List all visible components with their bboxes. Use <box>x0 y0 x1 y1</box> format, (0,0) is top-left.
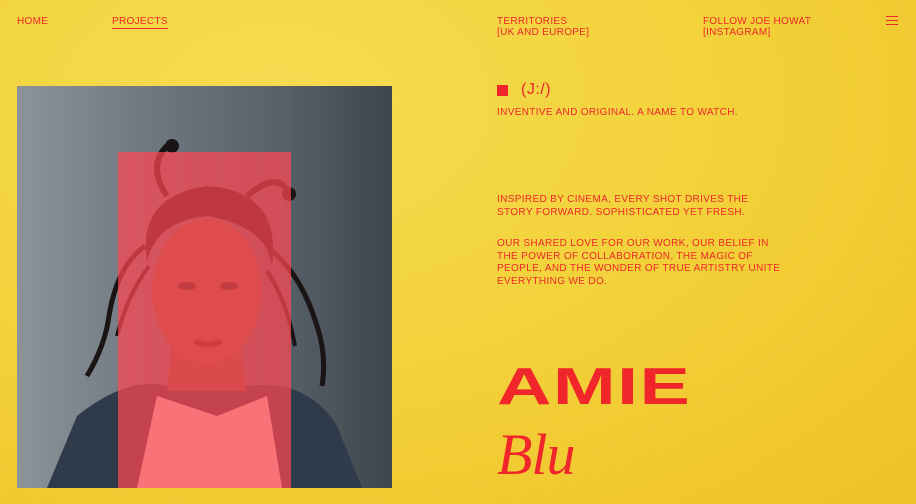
portrait-image <box>17 86 392 488</box>
territories-label: TERRITORIES <box>497 16 568 27</box>
instagram-link: [INSTAGRAM] <box>703 26 771 38</box>
values-paragraph: OUR SHARED LOVE FOR OUR WORK, OUR BELIEF… <box>497 238 781 287</box>
nav-projects-link[interactable]: PROJECTS <box>112 17 168 29</box>
red-square-icon <box>497 84 508 96</box>
intro-paragraph: INSPIRED BY CINEMA, EVERY SHOT DRIVES TH… <box>497 194 749 218</box>
artist-first-name: AMIE <box>497 358 692 416</box>
follow-label: FOLLOW JOE HOWAT <box>703 16 812 27</box>
marker-label: (J:/) <box>521 81 552 98</box>
project-marker: (J:/) <box>497 81 552 98</box>
territories-region: [UK AND EUROPE] <box>497 26 590 38</box>
artist-last-name: Blu <box>497 422 576 487</box>
nav-territories[interactable]: TERRITORIES [UK AND EUROPE] <box>497 16 590 38</box>
red-overlay-panel <box>118 152 291 488</box>
hamburger-icon[interactable] <box>886 16 898 26</box>
nav-home-link[interactable]: HOME <box>17 17 48 27</box>
nav-follow-instagram[interactable]: FOLLOW JOE HOWAT [INSTAGRAM] <box>703 16 812 38</box>
tagline: INVENTIVE AND ORIGINAL. A NAME TO WATCH. <box>497 107 738 118</box>
